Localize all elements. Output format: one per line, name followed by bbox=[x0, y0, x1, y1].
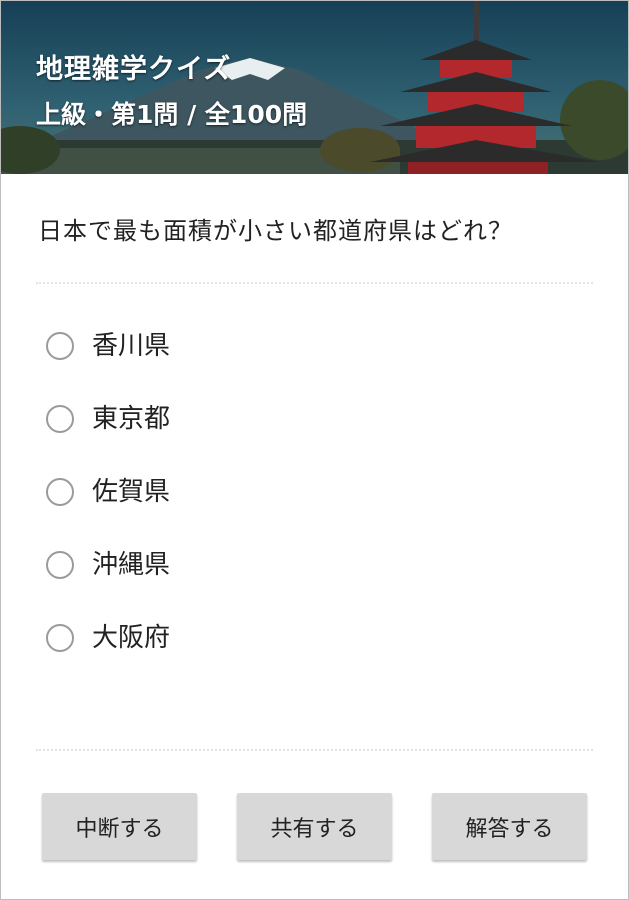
option-item[interactable]: 東京都 bbox=[46, 399, 170, 472]
option-label: 東京都 bbox=[92, 404, 171, 434]
divider-bottom bbox=[36, 749, 593, 751]
option-item[interactable]: 香川県 bbox=[46, 326, 170, 399]
option-label: 沖縄県 bbox=[92, 550, 171, 580]
option-item[interactable]: 沖縄県 bbox=[46, 545, 170, 618]
radio-button[interactable] bbox=[46, 405, 74, 433]
radio-button[interactable] bbox=[46, 624, 74, 652]
option-label: 佐賀県 bbox=[92, 477, 171, 507]
quiz-title: 地理雑学クイズ bbox=[36, 54, 232, 85]
quiz-progress: 上級・第1問 / 全100問 bbox=[36, 100, 308, 129]
suspend-button[interactable]: 中断する bbox=[42, 793, 197, 860]
radio-button[interactable] bbox=[46, 478, 74, 506]
answer-button[interactable]: 解答する bbox=[432, 793, 587, 860]
answer-options: 香川県 東京都 佐賀県 沖縄県 大阪府 bbox=[46, 326, 170, 691]
option-item[interactable]: 佐賀県 bbox=[46, 472, 170, 545]
option-label: 大阪府 bbox=[92, 623, 171, 653]
option-label: 香川県 bbox=[92, 331, 171, 361]
divider-top bbox=[36, 282, 593, 284]
share-button[interactable]: 共有する bbox=[237, 793, 392, 860]
fuji-pagoda-image bbox=[0, 0, 629, 174]
option-item[interactable]: 大阪府 bbox=[46, 618, 170, 691]
radio-button[interactable] bbox=[46, 551, 74, 579]
header-banner: 地理雑学クイズ 上級・第1問 / 全100問 bbox=[0, 0, 629, 174]
question-text: 日本で最も面積が小さい都道府県はどれ？ bbox=[38, 217, 513, 245]
radio-button[interactable] bbox=[46, 332, 74, 360]
